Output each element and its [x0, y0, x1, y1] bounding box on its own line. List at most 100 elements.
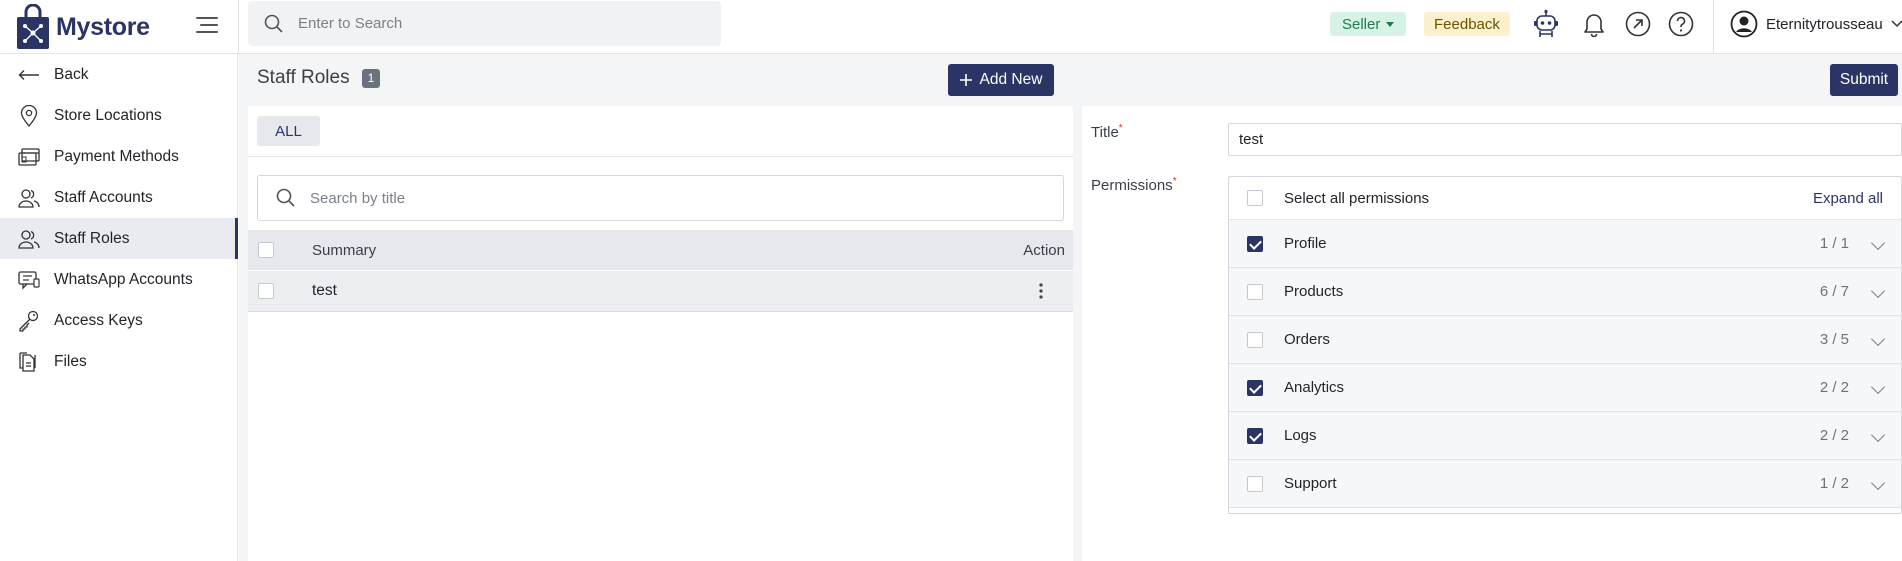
sidebar-item-files[interactable]: Files: [0, 341, 238, 382]
keys-icon: [18, 310, 40, 332]
search-icon: [264, 14, 283, 33]
bell-icon[interactable]: [1578, 8, 1610, 40]
permission-name: Orders: [1284, 331, 1330, 348]
sidebar-item-label: Files: [54, 352, 87, 370]
app-name: Mystore: [56, 12, 150, 41]
sidebar-item-store-locations[interactable]: Store Locations: [0, 95, 238, 136]
table-row[interactable]: test: [248, 271, 1073, 312]
permission-checkbox[interactable]: [1247, 427, 1263, 444]
chevron-down-icon[interactable]: [1870, 379, 1886, 395]
permission-row-logs[interactable]: Logs 2 / 2: [1229, 412, 1901, 460]
permission-row-products[interactable]: Products 6 / 7: [1229, 268, 1901, 316]
users-icon: [18, 187, 40, 209]
sidebar-item-label: Staff Accounts: [54, 188, 153, 206]
more-vertical-icon[interactable]: [1039, 283, 1043, 299]
page-title: Staff Roles 1: [257, 67, 381, 89]
caret-down-icon: [1386, 21, 1395, 27]
chevron-down-icon[interactable]: [1870, 427, 1886, 443]
tab-all-label: ALL: [275, 122, 302, 140]
plus-icon: [959, 74, 972, 86]
divider: [238, 0, 239, 54]
external-link-icon[interactable]: [1622, 8, 1654, 40]
divider: [1713, 0, 1714, 54]
feedback-button[interactable]: Feedback: [1424, 12, 1510, 36]
select-all-permissions-checkbox[interactable]: [1247, 190, 1263, 206]
permission-checkbox[interactable]: [1247, 379, 1263, 396]
menu-toggle-icon[interactable]: [196, 14, 222, 38]
permissions-label-text: Permissions: [1091, 177, 1173, 194]
title-label: Title*: [1091, 123, 1123, 141]
column-summary: Summary: [312, 241, 377, 259]
search-icon: [276, 188, 295, 207]
roles-search-input[interactable]: [310, 189, 1010, 207]
page-title-text: Staff Roles: [257, 67, 350, 88]
sidebar-item-label: WhatsApp Accounts: [54, 270, 193, 288]
role-form-panel: Title* Permissions* Select all permissio…: [1082, 106, 1902, 561]
permission-checkbox[interactable]: [1247, 331, 1263, 348]
roles-search[interactable]: [257, 175, 1064, 221]
sidebar-item-staff-roles[interactable]: Staff Roles: [0, 218, 238, 259]
seller-dropdown[interactable]: Seller: [1330, 12, 1407, 36]
sidebar-item-back[interactable]: Back: [0, 54, 238, 95]
tab-all[interactable]: ALL: [257, 116, 320, 146]
permissions-header: Select all permissions Expand all: [1229, 177, 1901, 220]
logo[interactable]: Mystore: [16, 0, 150, 54]
title-label-text: Title: [1091, 124, 1119, 141]
permission-name: Support: [1284, 475, 1337, 492]
permission-name: Analytics: [1284, 379, 1345, 396]
permissions-box: Select all permissions Expand all Profil…: [1228, 176, 1902, 514]
submit-button[interactable]: Submit: [1830, 64, 1898, 96]
permission-count: 1 / 2: [1819, 475, 1849, 492]
permission-row-profile[interactable]: Profile 1 / 1: [1229, 220, 1901, 268]
users-icon: [18, 228, 40, 250]
title-input[interactable]: [1228, 123, 1902, 156]
global-search[interactable]: [248, 1, 721, 46]
permission-name: Logs: [1284, 427, 1317, 444]
chevron-down-icon[interactable]: [1870, 475, 1886, 491]
permission-count: 2 / 2: [1819, 379, 1849, 396]
permission-name: Profile: [1284, 235, 1327, 252]
sidebar-item-whatsapp-accounts[interactable]: WhatsApp Accounts: [0, 259, 238, 300]
sidebar-item-label: Store Locations: [54, 106, 162, 124]
row-summary: test: [312, 282, 337, 299]
permission-count: 3 / 5: [1819, 331, 1849, 348]
permission-checkbox[interactable]: [1247, 235, 1263, 252]
permission-count: 2 / 2: [1819, 427, 1849, 444]
global-search-input[interactable]: [298, 15, 698, 32]
user-menu[interactable]: Eternitytrousseau: [1730, 8, 1902, 40]
count-badge: 1: [361, 68, 381, 88]
sidebar-item-staff-accounts[interactable]: Staff Accounts: [0, 177, 238, 218]
table-header: Summary Action: [248, 230, 1073, 270]
sidebar-item-access-keys[interactable]: Access Keys: [0, 300, 238, 341]
permission-checkbox[interactable]: [1247, 475, 1263, 492]
permission-count: 1 / 1: [1819, 235, 1849, 252]
permission-name: Products: [1284, 283, 1344, 300]
chevron-down-icon[interactable]: [1870, 283, 1886, 299]
chat-icon: [18, 269, 40, 291]
shopping-bag-logo-icon: [17, 4, 49, 49]
seller-label: Seller: [1342, 15, 1381, 33]
add-new-button[interactable]: Add New: [948, 64, 1054, 96]
sidebar-item-label: Payment Methods: [54, 147, 179, 165]
add-new-label: Add New: [979, 71, 1043, 88]
permission-row-support[interactable]: Support 1 / 2: [1229, 460, 1901, 508]
chevron-down-icon[interactable]: [1870, 235, 1886, 251]
permissions-label: Permissions*: [1091, 176, 1177, 194]
files-icon: [18, 351, 40, 373]
sidebar-item-payment-methods[interactable]: Payment Methods: [0, 136, 238, 177]
column-action: Action: [1023, 241, 1065, 259]
row-checkbox[interactable]: [258, 283, 274, 299]
expand-all-link[interactable]: Expand all: [1813, 190, 1883, 207]
select-all-rows-checkbox[interactable]: [258, 242, 274, 258]
chevron-down-icon[interactable]: [1870, 331, 1886, 347]
help-icon[interactable]: [1665, 8, 1697, 40]
robot-icon[interactable]: [1530, 8, 1562, 40]
permission-checkbox[interactable]: [1247, 283, 1263, 300]
arrow-left-icon: [18, 64, 40, 86]
permission-row-analytics[interactable]: Analytics 2 / 2: [1229, 364, 1901, 412]
sidebar: Back Store Locations Payment Methods Sta…: [0, 54, 238, 561]
sidebar-item-label: Staff Roles: [54, 229, 130, 247]
required-asterisk: *: [1172, 176, 1177, 187]
permission-row-orders[interactable]: Orders 3 / 5: [1229, 316, 1901, 364]
map-pin-icon: [18, 104, 40, 127]
